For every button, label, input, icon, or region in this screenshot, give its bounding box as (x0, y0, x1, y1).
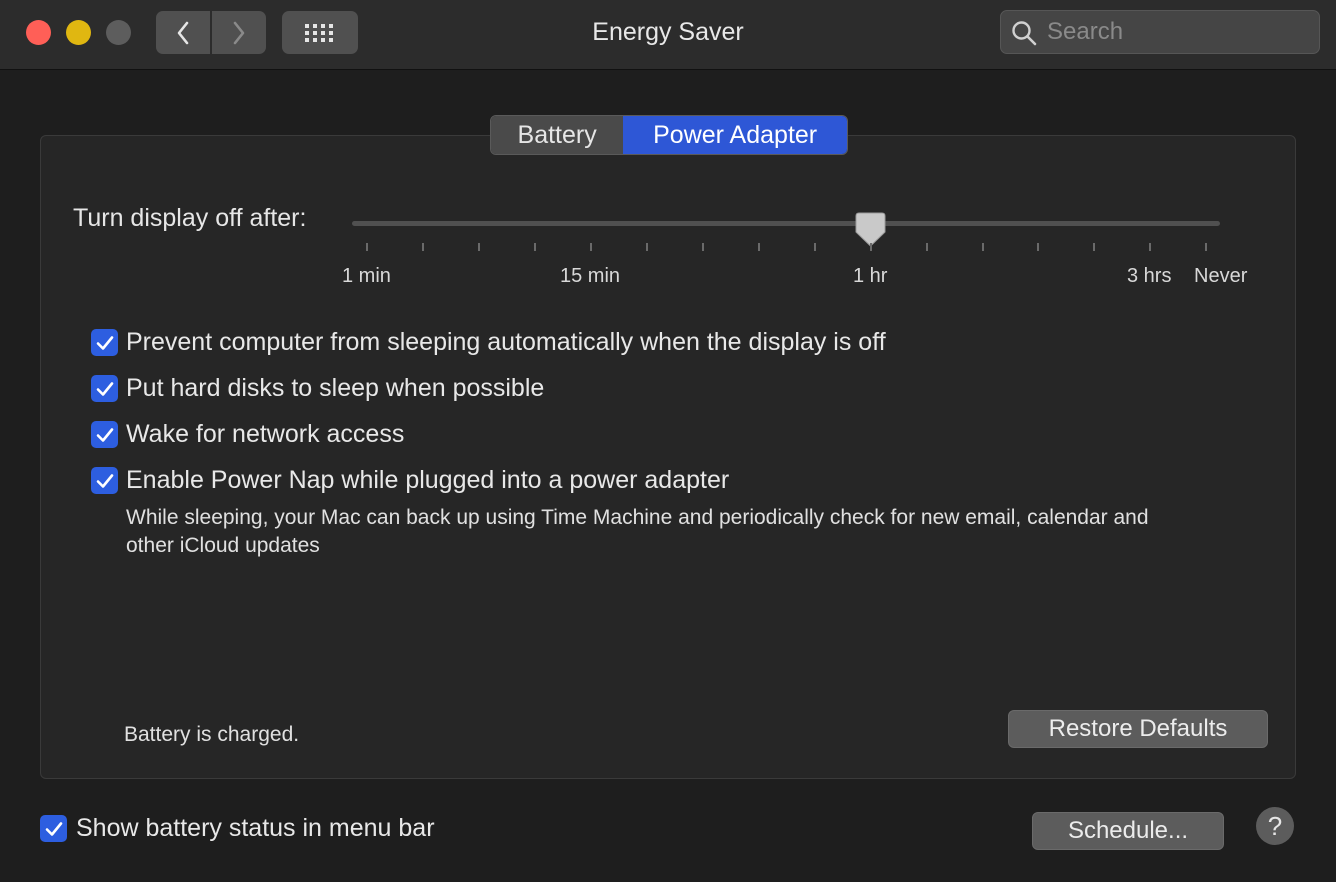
hard-disks-sleep-checkbox[interactable] (91, 375, 118, 402)
tick-label-15-min: 15 min (560, 265, 621, 287)
slider-tick (870, 243, 872, 251)
tab-battery[interactable]: Battery (491, 116, 624, 154)
wake-network-checkbox[interactable] (91, 421, 118, 448)
slider-tick (478, 243, 480, 251)
slider-tick (1093, 243, 1095, 251)
slider-tick (982, 243, 984, 251)
hard-disks-sleep-label[interactable]: Put hard disks to sleep when possible (126, 374, 544, 403)
slider-tick (926, 243, 928, 251)
navigation-buttons (156, 11, 266, 54)
power-nap-checkbox[interactable] (91, 467, 118, 494)
slider-tick (366, 243, 368, 251)
slider-tick (758, 243, 760, 251)
battery-status-text: Battery is charged. (124, 723, 300, 746)
slider-tick (1037, 243, 1039, 251)
chevron-left-icon (177, 21, 189, 44)
prevent-sleep-checkbox[interactable] (91, 329, 118, 356)
close-window-button[interactable] (26, 20, 51, 45)
slider-tick (814, 243, 816, 251)
show-battery-status-label[interactable]: Show battery status in menu bar (76, 814, 435, 843)
slider-tick (590, 243, 592, 251)
power-nap-description: While sleeping, your Mac can back up usi… (126, 506, 1149, 557)
slider-tick (646, 243, 648, 251)
help-button[interactable]: ? (1256, 807, 1294, 845)
power-nap-label[interactable]: Enable Power Nap while plugged into a po… (126, 466, 729, 495)
prevent-sleep-label[interactable]: Prevent computer from sleeping automatic… (126, 328, 886, 357)
search-field[interactable] (1000, 10, 1320, 54)
slider-tick (1205, 243, 1207, 251)
checkmark-icon (96, 473, 113, 488)
tab-bar: Battery Power Adapter (490, 115, 848, 155)
slider-tick (534, 243, 536, 251)
checkmark-icon (96, 381, 113, 396)
restore-defaults-button[interactable]: Restore Defaults (1008, 710, 1268, 748)
tick-label-1-hr: 1 hr (853, 265, 888, 287)
tick-label-1-min: 1 min (342, 265, 391, 287)
search-icon (1012, 21, 1037, 46)
tick-label-never: Never (1194, 265, 1248, 287)
grid-icon (305, 23, 333, 42)
tab-power-adapter[interactable]: Power Adapter (623, 116, 847, 154)
wake-network-label[interactable]: Wake for network access (126, 420, 404, 449)
forward-button[interactable] (212, 11, 266, 54)
show-all-button[interactable] (282, 11, 358, 54)
slider-tick (1149, 243, 1151, 251)
tick-label-3-hrs: 3 hrs (1127, 265, 1172, 287)
schedule-button[interactable]: Schedule... (1032, 812, 1224, 850)
slider-tick (422, 243, 424, 251)
checkmark-icon (96, 427, 113, 442)
title-bar: Energy Saver (0, 0, 1336, 70)
checkmark-icon (45, 821, 62, 836)
search-input[interactable] (1047, 15, 1307, 49)
back-button[interactable] (156, 11, 210, 54)
slider-tick (702, 243, 704, 251)
display-off-slider-track[interactable] (352, 221, 1220, 226)
chevron-right-icon (233, 21, 245, 44)
checkmark-icon (96, 335, 113, 350)
zoom-window-button[interactable] (106, 20, 131, 45)
show-battery-status-checkbox[interactable] (40, 815, 67, 842)
display-off-label: Turn display off after: (73, 204, 307, 232)
minimize-window-button[interactable] (66, 20, 91, 45)
